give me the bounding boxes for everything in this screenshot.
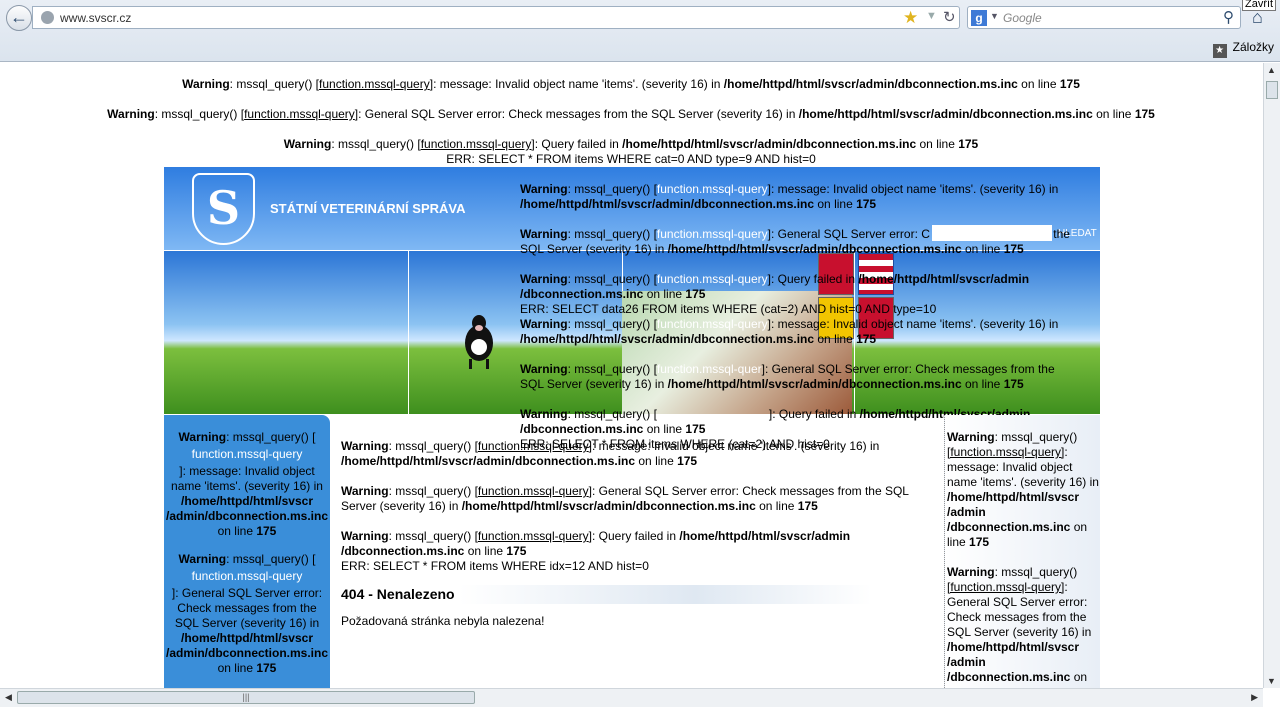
cow-image — [465, 315, 493, 369]
sidebar-warning-1: Warning: mssql_query() [function.mssql-q… — [166, 430, 329, 538]
php-doc-link[interactable]: function.mssql-query — [657, 182, 768, 196]
search-bar[interactable]: g ▼ Google ⚲ — [967, 6, 1241, 29]
address-bar[interactable]: www.svscr.cz ★ ▼ ↻ — [32, 6, 960, 29]
chevron-down-icon[interactable]: ▼ — [926, 10, 937, 22]
bookmarks-label: Záložky — [1232, 40, 1274, 54]
page-viewport: Warning: mssql_query() [function.mssql-q… — [0, 63, 1262, 688]
site-title[interactable]: STÁTNÍ VETERINÁRNÍ SPRÁVA — [270, 201, 466, 216]
php-doc-link[interactable]: function.mssql-quer — [657, 362, 762, 376]
sql-error: ERR: SELECT * FROM items WHERE cat=0 AND… — [446, 152, 816, 166]
main-warning-2: Warning: mssql_query() [function.mssql-q… — [341, 484, 909, 513]
main-content: Warning: mssql_query() [function.mssql-q… — [341, 439, 931, 629]
scroll-left-icon[interactable]: ◀ — [5, 692, 12, 703]
horizontal-scrollbar[interactable]: ◀ ||| ▶ — [0, 688, 1263, 707]
vertical-scrollbar[interactable]: ▲ ▼ — [1263, 63, 1280, 688]
php-doc-link[interactable]: function.mssql-query — [319, 77, 430, 91]
page-title: 404 - Nenalezeno — [341, 585, 931, 604]
php-doc-link[interactable]: function.mssql-query — [478, 484, 589, 498]
left-sidebar: Warning: mssql_query() [function.mssql-q… — [164, 415, 330, 688]
overlay-warning-3: Warning: mssql_query() [function.mssql-q… — [520, 272, 1030, 316]
php-doc-link[interactable]: function.mssql-query — [478, 529, 589, 543]
bookmarks-icon: ★ — [1212, 44, 1227, 58]
close-tooltip: Zavřít — [1242, 0, 1277, 11]
search-icon[interactable]: ⚲ — [1223, 8, 1234, 26]
right-warning-1: Warning: mssql_query() [function.mssql-qu… — [947, 430, 1099, 549]
overlay-warning-5: Warning: mssql_query() [function.mssql-q… — [520, 362, 1055, 391]
php-doc-link[interactable]: function.mssql-query — [478, 439, 589, 453]
overlay-warning-2: Warning: mssql_query() [function.mssql-q… — [520, 227, 1070, 256]
php-doc-link[interactable]: function.mssql-query — [657, 272, 768, 286]
chevron-down-icon[interactable]: ▼ — [990, 11, 999, 21]
php-doc-link[interactable]: function.mssql-query — [166, 567, 328, 586]
php-doc-link[interactable]: function.mssql-query — [657, 317, 768, 331]
right-sidebar: Warning: mssql_query() [function.mssql-qu… — [944, 415, 1100, 688]
php-doc-link[interactable]: function.mssql-query — [166, 445, 328, 464]
sidebar-warning-2: Warning: mssql_query() [function.mssql-q… — [166, 552, 329, 675]
warning-line-2: Warning: mssql_query() [function.mssql-q… — [107, 107, 1155, 121]
php-doc-link[interactable]: function.mssql-query — [421, 137, 532, 151]
main-warning-3: Warning: mssql_query() [function.mssql-q… — [341, 529, 851, 573]
php-doc-link[interactable]: function.mssql-query — [657, 227, 768, 241]
scroll-thumb[interactable] — [1266, 81, 1278, 99]
warning-line-1: Warning: mssql_query() [function.mssql-q… — [182, 77, 1080, 91]
browser-toolbar: ← www.svscr.cz ★ ▼ ↻ g ▼ Google ⚲ ⌂ Zavř… — [0, 0, 1280, 62]
error-message: Požadovaná stránka nebyla nalezena! — [341, 614, 545, 628]
scroll-up-icon[interactable]: ▲ — [1267, 65, 1276, 75]
scroll-right-icon[interactable]: ▶ — [1251, 692, 1258, 703]
warning-line-3: Warning: mssql_query() [function.mssql-q… — [283, 137, 979, 166]
php-doc-link[interactable]: [function.mssql-query] — [947, 580, 1064, 594]
globe-icon — [41, 11, 54, 24]
url-text[interactable]: www.svscr.cz — [60, 11, 131, 25]
main-warning-1: Warning: mssql_query() [function.mssql-q… — [341, 439, 880, 468]
scroll-down-icon[interactable]: ▼ — [1267, 676, 1276, 686]
bookmark-star-icon[interactable]: ★ — [903, 8, 918, 28]
overlay-warning-1: Warning: mssql_query() [function.mssql-q… — [520, 182, 1059, 211]
banner-divider — [408, 251, 409, 414]
back-button[interactable]: ← — [6, 5, 32, 31]
right-warning-2: Warning: mssql_query() [function.mssql-qu… — [947, 565, 1092, 684]
svs-logo[interactable]: S — [192, 173, 255, 245]
google-icon[interactable]: g — [971, 10, 987, 26]
php-doc-link[interactable]: [function.mssql-query] — [947, 445, 1064, 459]
php-doc-link[interactable]: function.mssql-query — [244, 107, 355, 121]
search-input[interactable]: Google — [1003, 11, 1042, 25]
overlay-warning-4: Warning: mssql_query() [function.mssql-q… — [520, 317, 1059, 346]
reload-icon[interactable]: ↻ — [943, 8, 956, 26]
bookmarks-button[interactable]: ★ Záložky — [1212, 40, 1274, 58]
scroll-thumb[interactable]: ||| — [17, 691, 475, 704]
